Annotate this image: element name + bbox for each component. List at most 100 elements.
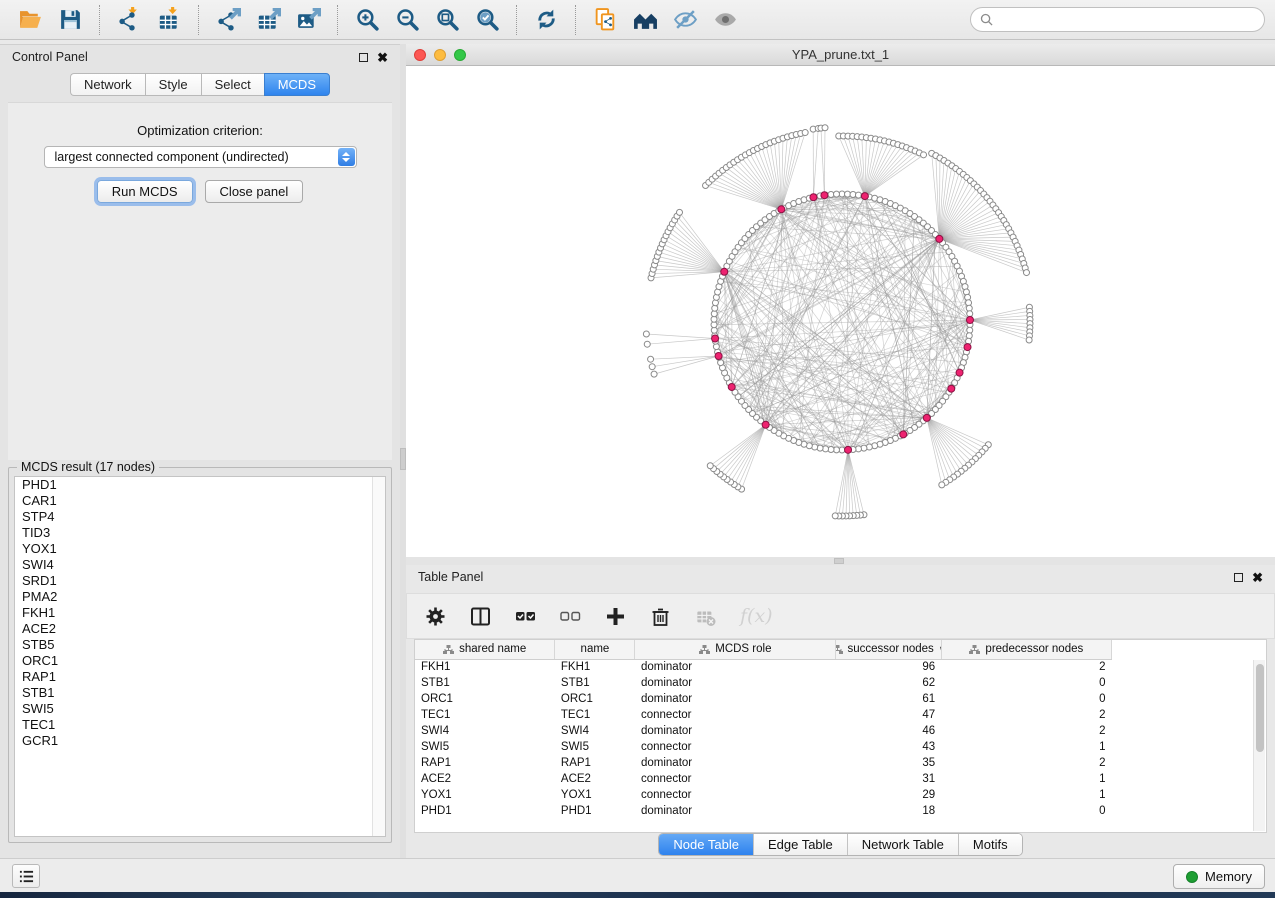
- cell-name[interactable]: RAP1: [555, 755, 635, 771]
- close-panel-button[interactable]: Close panel: [205, 180, 304, 203]
- tab-network[interactable]: Network: [70, 73, 145, 96]
- import-network-button[interactable]: [114, 6, 144, 34]
- cell-MCDS-role[interactable]: dominator: [635, 723, 836, 739]
- mcds-hub-node[interactable]: [845, 446, 852, 453]
- cell-MCDS-role[interactable]: dominator: [635, 675, 836, 691]
- result-node-item[interactable]: FKH1: [15, 605, 385, 621]
- cell-predecessor-nodes[interactable]: 1: [941, 739, 1111, 755]
- result-node-item[interactable]: ACE2: [15, 621, 385, 637]
- column-header-name[interactable]: name: [555, 640, 635, 659]
- table-row[interactable]: RAP1RAP1dominator352: [415, 755, 1112, 771]
- mcds-hub-node[interactable]: [966, 316, 973, 323]
- mcds-hub-node[interactable]: [900, 431, 907, 438]
- criterion-dropdown[interactable]: largest connected component (undirected): [44, 146, 357, 168]
- clone-network-button[interactable]: [590, 6, 620, 34]
- mcds-hub-node[interactable]: [861, 193, 868, 200]
- result-list-scrollbar[interactable]: [372, 477, 385, 836]
- cell-predecessor-nodes[interactable]: 0: [941, 803, 1111, 819]
- cell-predecessor-nodes[interactable]: 2: [941, 723, 1111, 739]
- table-row[interactable]: ORC1ORC1dominator610: [415, 691, 1112, 707]
- export-table-button[interactable]: [253, 6, 283, 34]
- result-node-item[interactable]: STB1: [15, 685, 385, 701]
- mcds-hub-node[interactable]: [712, 335, 719, 342]
- settings-gear-button[interactable]: [425, 606, 446, 627]
- column-header-MCDS-role[interactable]: MCDS role: [635, 640, 836, 659]
- cell-shared-name[interactable]: ACE2: [415, 771, 555, 787]
- column-header-predecessor-nodes[interactable]: predecessor nodes: [941, 640, 1111, 659]
- cell-shared-name[interactable]: FKH1: [415, 659, 555, 675]
- show-all-button[interactable]: [710, 6, 740, 34]
- mcds-hub-node[interactable]: [923, 414, 930, 421]
- table-scrollbar-thumb[interactable]: [1256, 664, 1264, 752]
- task-history-button[interactable]: [12, 864, 40, 888]
- table-row[interactable]: PHD1PHD1dominator180: [415, 803, 1112, 819]
- run-mcds-button[interactable]: Run MCDS: [97, 180, 193, 203]
- column-header-successor-nodes[interactable]: successor nodes∨: [836, 640, 941, 659]
- cell-MCDS-role[interactable]: connector: [635, 707, 836, 723]
- leaf-node[interactable]: [651, 371, 657, 377]
- table-row[interactable]: ACE2ACE2connector311: [415, 771, 1112, 787]
- result-node-item[interactable]: SWI5: [15, 701, 385, 717]
- cell-shared-name[interactable]: SWI4: [415, 723, 555, 739]
- cell-shared-name[interactable]: STB1: [415, 675, 555, 691]
- cell-predecessor-nodes[interactable]: 0: [941, 675, 1111, 691]
- cell-name[interactable]: SWI4: [555, 723, 635, 739]
- leaf-node[interactable]: [648, 356, 654, 362]
- cell-successor-nodes[interactable]: 31: [836, 771, 941, 787]
- memory-button[interactable]: Memory: [1173, 864, 1265, 889]
- table-row[interactable]: SWI5SWI5connector431: [415, 739, 1112, 755]
- float-table-panel-icon[interactable]: [1234, 573, 1243, 582]
- leaf-node[interactable]: [939, 482, 945, 488]
- mcds-hub-node[interactable]: [778, 206, 785, 213]
- cell-shared-name[interactable]: ORC1: [415, 691, 555, 707]
- cell-MCDS-role[interactable]: dominator: [635, 659, 836, 675]
- cell-shared-name[interactable]: SWI5: [415, 739, 555, 755]
- close-panel-icon[interactable]: ✖: [377, 53, 388, 62]
- table-tab-network-table[interactable]: Network Table: [848, 834, 959, 855]
- add-column-button[interactable]: [605, 606, 626, 627]
- cell-name[interactable]: ORC1: [555, 691, 635, 707]
- mcds-hub-node[interactable]: [964, 344, 971, 351]
- mcds-hub-node[interactable]: [810, 194, 817, 201]
- result-node-item[interactable]: CAR1: [15, 493, 385, 509]
- mcds-hub-node[interactable]: [762, 421, 769, 428]
- result-node-item[interactable]: TEC1: [15, 717, 385, 733]
- cell-successor-nodes[interactable]: 35: [836, 755, 941, 771]
- cell-successor-nodes[interactable]: 96: [836, 659, 941, 675]
- cell-successor-nodes[interactable]: 47: [836, 707, 941, 723]
- leaf-node[interactable]: [677, 209, 683, 215]
- first-neighbors-button[interactable]: [630, 6, 660, 34]
- network-canvas[interactable]: [406, 66, 1275, 557]
- result-node-item[interactable]: STP4: [15, 509, 385, 525]
- result-node-item[interactable]: ORC1: [15, 653, 385, 669]
- cell-MCDS-role[interactable]: connector: [635, 787, 836, 803]
- tab-select[interactable]: Select: [201, 73, 264, 96]
- cell-name[interactable]: STB1: [555, 675, 635, 691]
- cell-successor-nodes[interactable]: 61: [836, 691, 941, 707]
- leaf-node[interactable]: [802, 130, 808, 136]
- show-columns-button[interactable]: [470, 606, 491, 627]
- cell-successor-nodes[interactable]: 46: [836, 723, 941, 739]
- network-titlebar[interactable]: YPA_prune.txt_1: [406, 44, 1275, 66]
- result-node-item[interactable]: RAP1: [15, 669, 385, 685]
- result-node-item[interactable]: YOX1: [15, 541, 385, 557]
- leaf-node[interactable]: [1026, 337, 1032, 343]
- cell-predecessor-nodes[interactable]: 2: [941, 755, 1111, 771]
- cell-successor-nodes[interactable]: 18: [836, 803, 941, 819]
- zoom-in-button[interactable]: [352, 6, 382, 34]
- cell-MCDS-role[interactable]: connector: [635, 739, 836, 755]
- cell-shared-name[interactable]: PHD1: [415, 803, 555, 819]
- tab-style[interactable]: Style: [145, 73, 201, 96]
- close-table-panel-icon[interactable]: ✖: [1252, 573, 1263, 582]
- horizontal-splitter[interactable]: [406, 557, 1275, 565]
- import-table-button[interactable]: [154, 6, 184, 34]
- table-scrollbar[interactable]: [1253, 660, 1265, 831]
- cell-shared-name[interactable]: YOX1: [415, 787, 555, 803]
- cell-name[interactable]: PHD1: [555, 803, 635, 819]
- cell-name[interactable]: YOX1: [555, 787, 635, 803]
- leaf-node[interactable]: [1023, 270, 1029, 276]
- cell-MCDS-role[interactable]: dominator: [635, 755, 836, 771]
- cell-successor-nodes[interactable]: 62: [836, 675, 941, 691]
- export-network-button[interactable]: [213, 6, 243, 34]
- cell-predecessor-nodes[interactable]: 1: [941, 771, 1111, 787]
